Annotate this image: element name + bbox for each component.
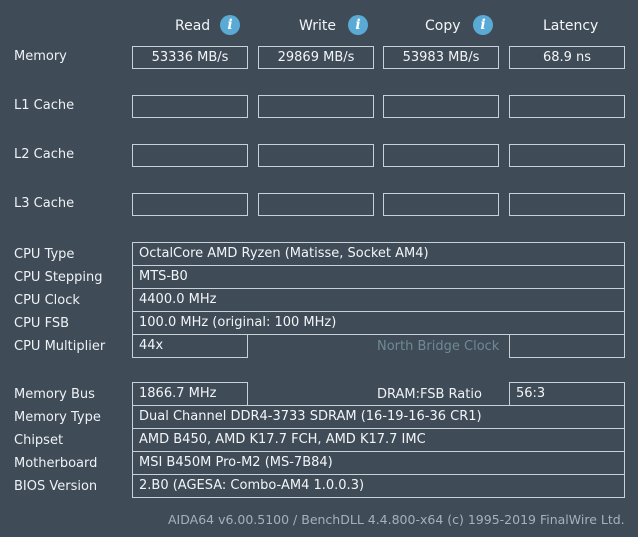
l1-cache-row-label: L1 Cache xyxy=(14,98,75,113)
memory-type-value: Dual Channel DDR4-3733 SDRAM (16-19-16-3… xyxy=(132,405,625,429)
read-info-icon[interactable]: i xyxy=(220,15,240,35)
cpu-clock-value: 4400.0 MHz xyxy=(132,288,625,312)
memory-row-label: Memory xyxy=(14,49,67,64)
motherboard-label: Motherboard xyxy=(14,456,98,471)
north-bridge-clock-label: North Bridge Clock xyxy=(377,339,500,354)
column-header-read: Read xyxy=(175,18,211,34)
cpu-type-value: OctalCore AMD Ryzen (Matisse, Socket AM4… xyxy=(132,242,625,266)
footer-version-text: AIDA64 v6.00.5100 / BenchDLL 4.4.800-x64… xyxy=(168,512,625,527)
cpu-multiplier-value: 44x xyxy=(132,334,248,358)
memory-bus-value: 1866.7 MHz xyxy=(132,382,248,406)
chipset-value: AMD B450, AMD K17.7 FCH, AMD K17.7 IMC xyxy=(132,428,625,452)
cpu-fsb-value: 100.0 MHz (original: 100 MHz) xyxy=(132,311,625,335)
l2-latency-value xyxy=(509,144,625,167)
cpu-type-label: CPU Type xyxy=(14,247,75,262)
cpu-multiplier-label: CPU Multiplier xyxy=(14,339,106,354)
write-info-icon[interactable]: i xyxy=(348,15,368,35)
l1-latency-value xyxy=(509,95,625,118)
bios-version-value: 2.B0 (AGESA: Combo-AM4 1.0.0.3) xyxy=(132,474,625,498)
l1-write-value xyxy=(258,95,374,118)
column-header-copy: Copy xyxy=(425,18,461,34)
motherboard-value: MSI B450M Pro-M2 (MS-7B84) xyxy=(132,451,625,475)
bios-version-label: BIOS Version xyxy=(14,479,98,494)
memory-bus-label: Memory Bus xyxy=(14,387,95,402)
memory-write-value: 29869 MB/s xyxy=(258,46,374,69)
cpu-stepping-value: MTS-B0 xyxy=(132,265,625,289)
chipset-label: Chipset xyxy=(14,433,64,448)
memory-copy-value: 53983 MB/s xyxy=(383,46,499,69)
memory-type-label: Memory Type xyxy=(14,410,101,425)
l2-copy-value xyxy=(383,144,499,167)
l2-write-value xyxy=(258,144,374,167)
dram-fsb-ratio-value: 56:3 xyxy=(509,382,625,406)
memory-latency-value: 68.9 ns xyxy=(509,46,625,69)
cpu-clock-label: CPU Clock xyxy=(14,293,80,308)
column-header-latency: Latency xyxy=(543,18,599,34)
l3-write-value xyxy=(258,193,374,216)
dram-fsb-ratio-label: DRAM:FSB Ratio xyxy=(377,387,482,402)
l3-latency-value xyxy=(509,193,625,216)
l3-copy-value xyxy=(383,193,499,216)
l2-read-value xyxy=(132,144,248,167)
l1-read-value xyxy=(132,95,248,118)
north-bridge-clock-value xyxy=(509,334,625,358)
l3-cache-row-label: L3 Cache xyxy=(14,196,75,211)
copy-info-icon[interactable]: i xyxy=(473,15,493,35)
column-header-write: Write xyxy=(299,18,336,34)
cpu-fsb-label: CPU FSB xyxy=(14,316,69,331)
l3-read-value xyxy=(132,193,248,216)
l2-cache-row-label: L2 Cache xyxy=(14,147,75,162)
l1-copy-value xyxy=(383,95,499,118)
cpu-stepping-label: CPU Stepping xyxy=(14,270,103,285)
memory-read-value: 53336 MB/s xyxy=(132,46,248,69)
